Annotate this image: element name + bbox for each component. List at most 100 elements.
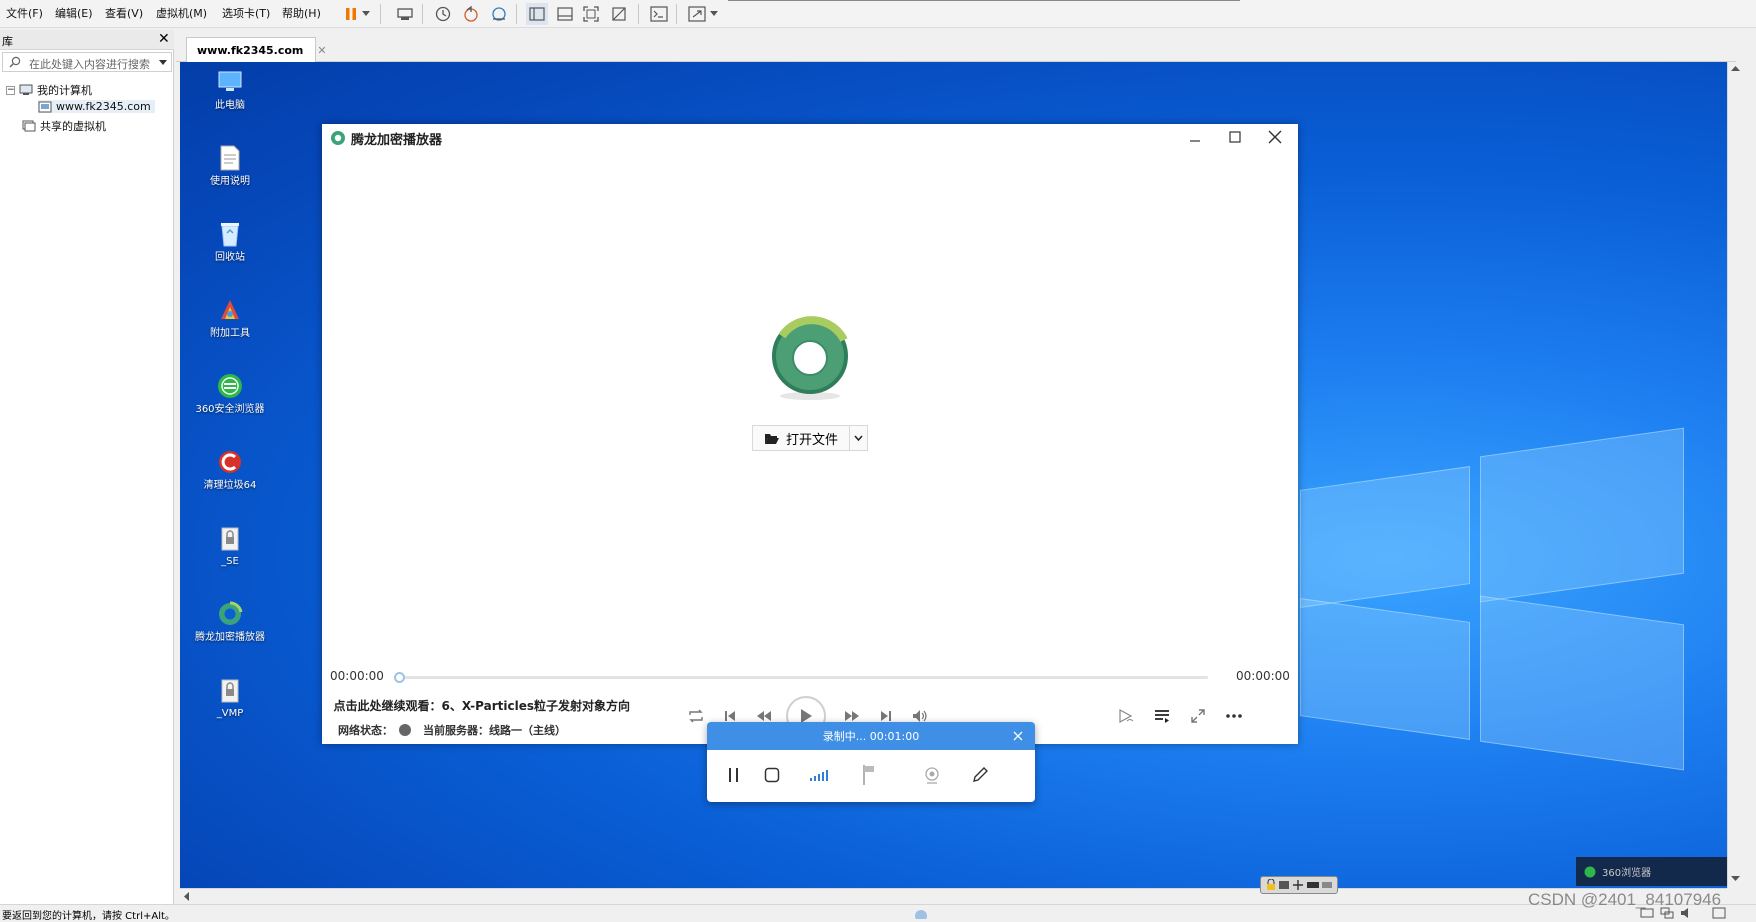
play-small-icon bbox=[330, 700, 331, 712]
menu-help[interactable]: 帮助(H) bbox=[282, 5, 321, 21]
recorder-webcam-button[interactable] bbox=[917, 760, 947, 790]
vm-device-tray[interactable] bbox=[1260, 876, 1338, 894]
player-title-bar[interactable]: 腾龙加密播放器 bbox=[322, 124, 1298, 152]
show-thumbnail-icon[interactable] bbox=[554, 3, 576, 25]
desktop-icon-vmp[interactable]: _VMP bbox=[194, 676, 266, 720]
recorder-pause-button[interactable] bbox=[719, 760, 749, 790]
minimize-button[interactable] bbox=[1180, 126, 1210, 148]
vertical-scrollbar[interactable] bbox=[1727, 62, 1743, 888]
close-icon[interactable] bbox=[1013, 731, 1023, 741]
desktop-icon-tools[interactable]: 附加工具 bbox=[194, 296, 266, 340]
stretch-guest-icon[interactable] bbox=[686, 3, 708, 25]
desktop-icon-readme[interactable]: 使用说明 bbox=[194, 144, 266, 188]
player-window: 腾龙加密播放器 打开文件 00:00:00 00:00:00 点击此处继续观看：… bbox=[322, 124, 1298, 744]
desktop-icon-label: 清理垃圾64 bbox=[203, 480, 257, 491]
desktop-icon-se[interactable]: _SE bbox=[194, 524, 266, 568]
player-center-logo bbox=[772, 316, 848, 400]
open-file-main[interactable]: 打开文件 bbox=[753, 429, 849, 448]
pause-vm-button[interactable] bbox=[340, 3, 362, 25]
unity-icon[interactable] bbox=[608, 3, 630, 25]
desktop-icon-label: 腾龙加密播放器 bbox=[195, 632, 265, 643]
toolbar-top-line bbox=[728, 0, 1240, 1]
recorder-toolbar: 录制中... 00:01:00 bbox=[707, 722, 1035, 802]
desktop-icon-player[interactable]: 腾龙加密播放器 bbox=[194, 600, 266, 644]
scroll-up-icon[interactable] bbox=[1731, 66, 1740, 72]
usb-icon bbox=[1322, 882, 1333, 888]
recorder-annotate-button[interactable] bbox=[965, 760, 995, 790]
folder-open-icon bbox=[764, 433, 779, 444]
progress-handle[interactable] bbox=[394, 672, 405, 683]
recorder-marker-button[interactable] bbox=[853, 760, 883, 790]
loop-button[interactable] bbox=[684, 704, 708, 728]
fullscreen-icon[interactable] bbox=[580, 3, 602, 25]
show-library-icon[interactable] bbox=[526, 3, 548, 25]
desktop-icon-this-pc[interactable]: 此电脑 bbox=[194, 68, 266, 112]
close-library-icon[interactable]: ✕ bbox=[158, 31, 170, 47]
tree-my-computer-label: 我的计算机 bbox=[37, 84, 92, 97]
disk-icon bbox=[1279, 881, 1290, 889]
pause-dropdown-icon[interactable] bbox=[360, 3, 372, 25]
playlist-button[interactable] bbox=[1150, 704, 1174, 728]
menu-vm[interactable]: 虚拟机(M) bbox=[156, 5, 207, 21]
more-button[interactable] bbox=[1222, 704, 1246, 728]
vm-tab-strip: www.fk2345.com ✕ bbox=[176, 30, 1736, 62]
scroll-left-icon[interactable] bbox=[184, 892, 190, 901]
desktop-icon-cleaner[interactable]: 清理垃圾64 bbox=[194, 448, 266, 492]
toolbar-divider bbox=[422, 4, 423, 24]
maximize-button[interactable] bbox=[1220, 126, 1250, 148]
taskbar-360-browser[interactable]: 360浏览器 bbox=[1576, 857, 1727, 886]
fullscreen-button[interactable] bbox=[1186, 704, 1210, 728]
send-ctrl-alt-del-icon[interactable] bbox=[394, 3, 416, 25]
search-input[interactable]: 在此处键入内容进行搜索 bbox=[29, 56, 150, 72]
search-icon bbox=[9, 56, 21, 68]
collapse-icon[interactable]: − bbox=[6, 85, 15, 95]
ccleaner-icon bbox=[219, 451, 241, 473]
library-search-box[interactable]: 在此处键入内容进行搜索 bbox=[2, 52, 172, 72]
stop-icon bbox=[764, 767, 780, 783]
time-current: 00:00:00 bbox=[330, 669, 384, 683]
menu-edit[interactable]: 编辑(E) bbox=[55, 5, 93, 21]
time-total: 00:00:00 bbox=[1236, 669, 1290, 683]
computer-icon bbox=[19, 84, 33, 95]
console-view-icon[interactable] bbox=[648, 3, 670, 25]
repeat-icon bbox=[689, 709, 703, 723]
desktop-icon-360-browser[interactable]: 360安全浏览器 bbox=[194, 372, 266, 416]
tree-my-computer[interactable]: − 我的计算机 bbox=[6, 82, 92, 98]
browser-360-icon bbox=[218, 374, 242, 398]
horizontal-scrollbar[interactable] bbox=[180, 888, 1727, 902]
desktop-icon-recycle-bin[interactable]: 回收站 bbox=[194, 220, 266, 264]
toolbar-divider bbox=[676, 4, 677, 24]
open-file-dropdown[interactable] bbox=[849, 426, 867, 450]
menu-tabs[interactable]: 选项卡(T) bbox=[222, 5, 270, 21]
search-dropdown-icon[interactable] bbox=[159, 60, 167, 65]
recorder-stop-button[interactable] bbox=[757, 760, 787, 790]
recorder-audio-level[interactable] bbox=[805, 760, 835, 790]
progress-bar[interactable] bbox=[396, 676, 1208, 679]
continue-watch-link[interactable]: 点击此处继续观看：6、X-Particles粒子发射对象方向 bbox=[330, 697, 630, 714]
tree-vm-item[interactable]: www.fk2345.com bbox=[38, 100, 155, 113]
menubar: 文件(F) 编辑(E) 查看(V) 虚拟机(M) 选项卡(T) 帮助(H) bbox=[0, 0, 1756, 28]
more-icon bbox=[1226, 714, 1242, 718]
snapshot-manager-icon[interactable] bbox=[488, 3, 510, 25]
network-icon bbox=[1292, 880, 1303, 890]
menu-view[interactable]: 查看(V) bbox=[105, 5, 143, 21]
tools-icon bbox=[221, 300, 239, 319]
tree-shared-vms[interactable]: 共享的虚拟机 bbox=[22, 118, 106, 134]
snapshot-icon[interactable] bbox=[432, 3, 454, 25]
close-tab-icon[interactable]: ✕ bbox=[317, 44, 326, 57]
scroll-down-icon[interactable] bbox=[1731, 876, 1740, 882]
menu-file[interactable]: 文件(F) bbox=[6, 5, 43, 21]
stretch-dropdown-icon[interactable] bbox=[708, 3, 720, 25]
windows-logo-pane bbox=[1300, 466, 1470, 608]
cast-button[interactable] bbox=[1114, 704, 1138, 728]
status-bar: 要返回到您的计算机，请按 Ctrl+Alt。 bbox=[0, 904, 1756, 922]
revert-snapshot-icon[interactable] bbox=[460, 3, 482, 25]
tree-vm-label: www.fk2345.com bbox=[56, 100, 151, 113]
document-icon bbox=[220, 145, 240, 171]
close-button[interactable] bbox=[1260, 126, 1290, 148]
tab-vm[interactable]: www.fk2345.com ✕ bbox=[186, 37, 327, 62]
recorder-header[interactable]: 录制中... 00:01:00 bbox=[707, 722, 1035, 750]
open-file-button[interactable]: 打开文件 bbox=[752, 425, 868, 451]
player-title: 腾龙加密播放器 bbox=[351, 132, 443, 148]
lock-file-icon bbox=[221, 679, 239, 703]
